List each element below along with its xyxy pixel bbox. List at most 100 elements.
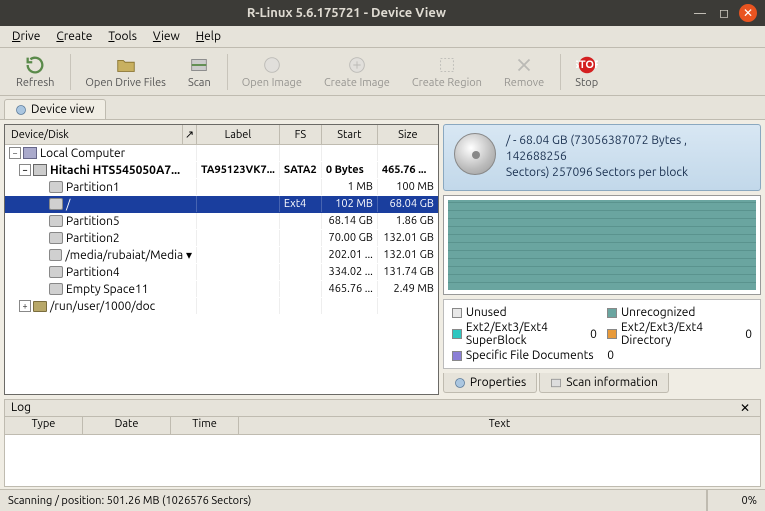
partition-name: / bbox=[66, 198, 70, 211]
refresh-icon bbox=[24, 54, 46, 76]
partition-label bbox=[197, 281, 280, 297]
open-image-button[interactable]: Open Image bbox=[232, 52, 312, 91]
status-text: Scanning / position: 501.26 MB (1026576 … bbox=[0, 490, 707, 511]
tab-device-view-label: Device view bbox=[31, 103, 95, 116]
swatch-unrecognized bbox=[607, 308, 617, 318]
partition-label bbox=[197, 247, 280, 263]
statusbar: Scanning / position: 501.26 MB (1026576 … bbox=[0, 489, 765, 511]
create-image-icon bbox=[346, 54, 368, 76]
create-image-button[interactable]: Create Image bbox=[314, 52, 400, 91]
swatch-unused bbox=[452, 308, 462, 318]
col-start[interactable]: Start bbox=[322, 125, 378, 144]
scan-map[interactable] bbox=[443, 195, 761, 295]
minimize-button[interactable]: — bbox=[691, 4, 709, 22]
tree-root-label: Local Computer bbox=[40, 147, 125, 160]
partition-fs bbox=[280, 264, 322, 280]
collapse-icon[interactable]: − bbox=[9, 147, 21, 159]
partition-size: 100 MB bbox=[378, 179, 438, 195]
maximize-button[interactable]: ◻ bbox=[715, 4, 733, 22]
device-grid-header: Device/Disk ↗ Label FS Start Size bbox=[5, 125, 438, 145]
open-drive-files-button[interactable]: Open Drive Files bbox=[75, 52, 176, 91]
tree-partition-row[interactable]: Partition568.14 GB1.86 GB bbox=[5, 213, 438, 230]
log-col-time[interactable]: Time bbox=[171, 417, 239, 434]
partition-fs: Ext4 bbox=[280, 196, 322, 212]
remove-icon bbox=[513, 54, 535, 76]
partition-fs bbox=[280, 179, 322, 195]
partition-label bbox=[197, 179, 280, 195]
log-close-button[interactable]: ✕ bbox=[736, 401, 754, 415]
device-tree[interactable]: −Local Computer −Hitachi HTS545050A7... … bbox=[5, 145, 438, 394]
col-label[interactable]: Label bbox=[197, 125, 280, 144]
tree-partition-row[interactable]: Partition4334.02 ...131.74 GB bbox=[5, 264, 438, 281]
tree-partition-row[interactable]: Empty Space11465.76 ...2.49 MB bbox=[5, 281, 438, 298]
tree-drive-row[interactable]: −Hitachi HTS545050A7... TA95123VK7... SA… bbox=[5, 162, 438, 179]
folder-open-icon bbox=[115, 54, 137, 76]
log-col-type[interactable]: Type bbox=[5, 417, 83, 434]
create-region-label: Create Region bbox=[412, 77, 482, 89]
menu-help[interactable]: Help bbox=[188, 28, 229, 45]
tree-root-row[interactable]: − Local Computer bbox=[5, 145, 438, 162]
toolbar-separator bbox=[560, 54, 561, 90]
partition-start: 202.01 ... bbox=[322, 247, 378, 263]
partition-name: Partition2 bbox=[66, 232, 120, 245]
tab-device-view[interactable]: Device view bbox=[4, 99, 106, 119]
partition-fs bbox=[280, 213, 322, 229]
partition-size: 131.74 GB bbox=[378, 264, 438, 280]
close-button[interactable]: ✕ bbox=[739, 4, 757, 22]
device-view-icon bbox=[15, 104, 27, 116]
scan-button[interactable]: Scan bbox=[178, 52, 221, 91]
log-col-date[interactable]: Date bbox=[83, 417, 171, 434]
refresh-button[interactable]: Refresh bbox=[6, 52, 64, 91]
partition-icon bbox=[49, 266, 63, 278]
partition-name: Partition5 bbox=[66, 215, 120, 228]
log-header: Type Date Time Text bbox=[5, 417, 760, 435]
create-region-button[interactable]: Create Region bbox=[402, 52, 492, 91]
collapse-icon[interactable]: − bbox=[19, 164, 31, 176]
tree-partition-row[interactable]: Partition270.00 GB132.01 GB bbox=[5, 230, 438, 247]
partition-name: Partition1 bbox=[66, 181, 120, 194]
toolbar: Refresh Open Drive Files Scan Open Image… bbox=[0, 48, 765, 96]
folder-icon bbox=[33, 301, 47, 312]
partition-start: 68.14 GB bbox=[322, 213, 378, 229]
right-panel: / - 68.04 GB (73056387072 Bytes , 142688… bbox=[443, 124, 761, 395]
scan-label: Scan bbox=[188, 77, 211, 89]
partition-start: 334.02 ... bbox=[322, 264, 378, 280]
tree-doc-label: /run/user/1000/doc bbox=[50, 300, 155, 313]
tree-partition-row[interactable]: /media/rubaiat/Media ▾202.01 ...132.01 G… bbox=[5, 247, 438, 264]
tree-doc-row[interactable]: + /run/user/1000/doc bbox=[5, 298, 438, 315]
scan-info-icon bbox=[550, 377, 562, 389]
log-body[interactable] bbox=[5, 435, 760, 486]
toolbar-separator bbox=[70, 54, 71, 90]
tab-scan-information[interactable]: Scan information bbox=[539, 373, 669, 393]
partition-size: 2.49 MB bbox=[378, 281, 438, 297]
col-device[interactable]: Device/Disk bbox=[5, 125, 183, 144]
menu-view[interactable]: View bbox=[145, 28, 188, 45]
tree-partition-row[interactable]: Partition11 MB100 MB bbox=[5, 179, 438, 196]
tree-partition-row[interactable]: /Ext4102 MB68.04 GB bbox=[5, 196, 438, 213]
menu-tools[interactable]: Tools bbox=[100, 28, 145, 45]
toolbar-separator bbox=[227, 54, 228, 90]
menu-drive[interactable]: Drive bbox=[4, 28, 48, 45]
tab-properties[interactable]: Properties bbox=[443, 373, 537, 393]
menu-create[interactable]: Create bbox=[48, 28, 100, 45]
col-size[interactable]: Size bbox=[378, 125, 438, 144]
scan-map-grid bbox=[448, 200, 756, 290]
open-image-label: Open Image bbox=[242, 77, 302, 89]
open-drive-files-label: Open Drive Files bbox=[85, 77, 166, 89]
col-fs[interactable]: FS bbox=[280, 125, 322, 144]
view-tabs: Device view bbox=[0, 96, 765, 120]
partition-name: Empty Space11 bbox=[66, 283, 149, 296]
partition-size: 132.01 GB bbox=[378, 230, 438, 246]
tree-drive-label: Hitachi HTS545050A7... bbox=[50, 164, 180, 177]
right-bottom-tabs: Properties Scan information bbox=[443, 373, 761, 395]
stop-button[interactable]: STOP Stop bbox=[565, 52, 608, 91]
expand-icon[interactable]: + bbox=[19, 300, 31, 312]
stop-icon: STOP bbox=[576, 54, 598, 76]
partition-label bbox=[197, 230, 280, 246]
log-col-text[interactable]: Text bbox=[239, 417, 760, 434]
partition-fs bbox=[280, 230, 322, 246]
remove-button[interactable]: Remove bbox=[494, 52, 554, 91]
titlebar: R-Linux 5.6.175721 - Device View — ◻ ✕ bbox=[0, 0, 765, 26]
col-sort[interactable]: ↗ bbox=[183, 125, 197, 144]
partition-icon bbox=[49, 181, 63, 193]
